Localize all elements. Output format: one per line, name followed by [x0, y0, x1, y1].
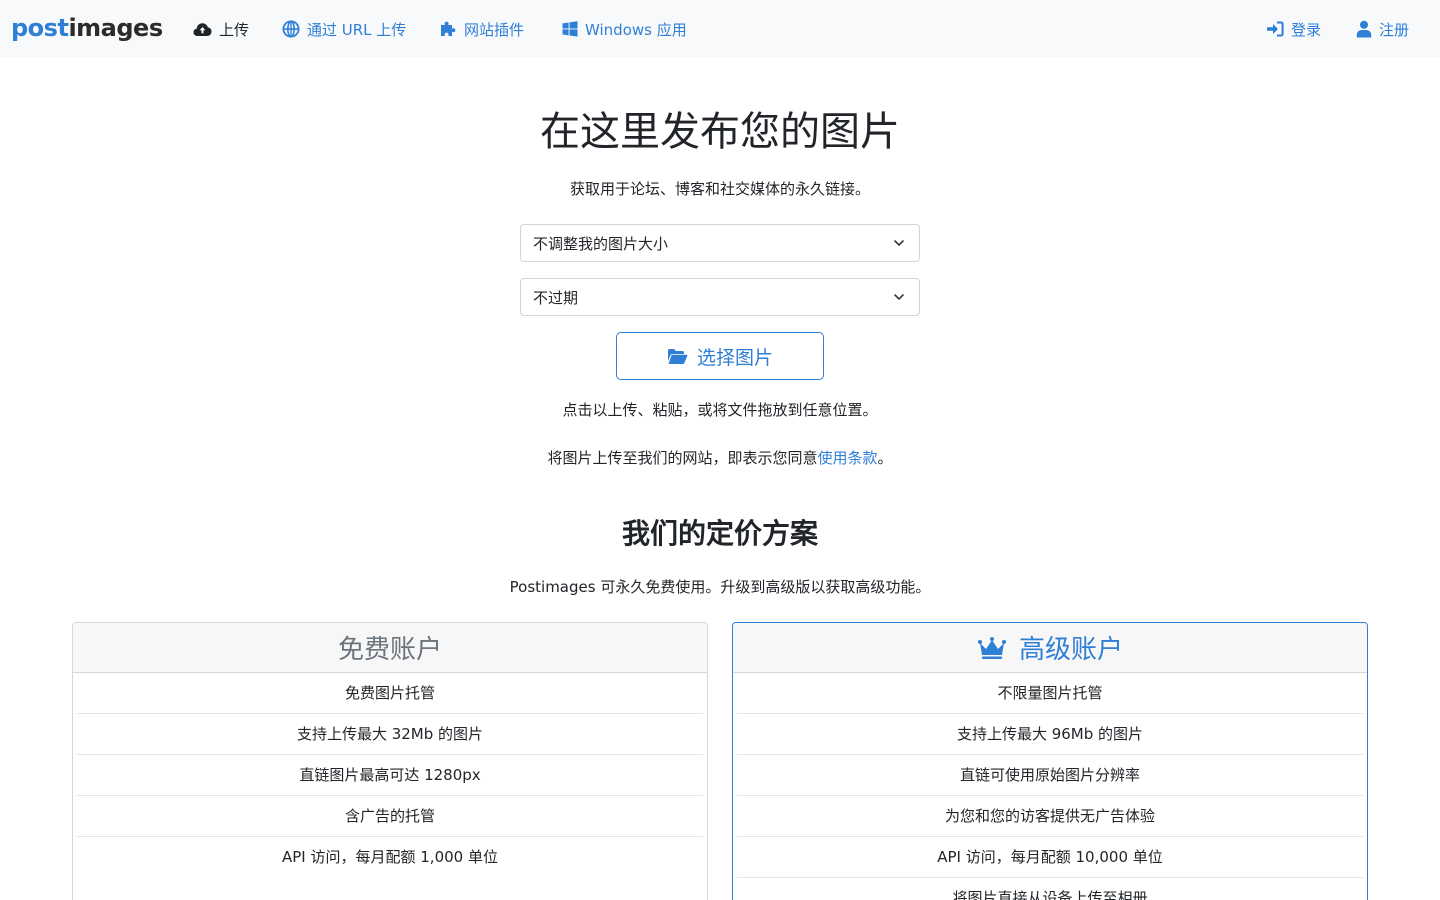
nav-upload[interactable]: 上传	[193, 17, 249, 41]
premium-plan-features: 不限量图片托管 支持上传最大 96Mb 的图片 直链可使用原始图片分辨率 为您和…	[733, 673, 1367, 900]
list-item: 含广告的托管	[77, 796, 703, 837]
pricing-subtitle: Postimages 可永久免费使用。升级到高级版以获取高级功能。	[509, 578, 931, 596]
list-item: 直链可使用原始图片分辨率	[737, 755, 1363, 796]
list-item: 免费图片托管	[77, 673, 703, 714]
list-item: API 访问，每月配额 10,000 单位	[737, 837, 1363, 878]
brand-logo-images: images	[68, 14, 163, 42]
free-plan-header: 免费账户	[73, 623, 707, 673]
free-plan-features: 免费图片托管 支持上传最大 32Mb 的图片 直链图片最高可达 1280px 含…	[73, 673, 707, 878]
premium-plan-title: 高级账户	[1018, 635, 1123, 665]
top-navbar: postimages 上传 通过 URL 上传 网站插件 Windows 应用 …	[0, 0, 1440, 57]
list-item: 将图片直接从设备上传至相册	[952, 889, 1148, 900]
list-item: API 访问，每月配额 1,000 单位	[282, 848, 498, 866]
free-plan-title: 免费账户	[337, 635, 442, 665]
upload-hint: 点击以上传、粘贴，或将文件拖放到任意位置。	[562, 401, 878, 419]
terms-link[interactable]: 使用条款	[817, 449, 877, 467]
choose-images-label: 选择图片	[696, 346, 773, 369]
nav-login[interactable]: 登录	[1266, 17, 1321, 41]
nav-plugins-label: 网站插件	[464, 20, 525, 39]
terms-prefix: 将图片上传至我们的网站，即表示您同意	[547, 449, 818, 467]
brand-logo-post: post	[11, 14, 69, 42]
nav-upload-label: 上传	[219, 20, 250, 39]
nav-windows-app[interactable]: Windows 应用	[562, 17, 687, 41]
chevron-down-icon	[894, 240, 904, 246]
expiration-select[interactable]: 不过期	[520, 278, 920, 316]
list-item: 支持上传最大 96Mb 的图片	[737, 714, 1363, 755]
terms-notice: 将图片上传至我们的网站，即表示您同意使用条款。	[0, 447, 1440, 468]
windows-icon	[562, 21, 578, 37]
list-item: 支持上传最大 32Mb 的图片	[77, 714, 703, 755]
sign-in-icon	[1267, 21, 1284, 37]
resize-select[interactable]: 不调整我的图片大小	[520, 224, 920, 262]
terms-suffix: 。	[877, 449, 893, 467]
nav-register[interactable]: 注册	[1356, 17, 1409, 41]
list-item: 为您和您的访客提供无广告体验	[737, 796, 1363, 837]
free-plan-card: 免费账户 免费图片托管 支持上传最大 32Mb 的图片 直链图片最高可达 128…	[72, 622, 708, 900]
page-title: 在这里发布您的图片	[540, 109, 900, 155]
list-item: 直链图片最高可达 1280px	[77, 755, 703, 796]
pricing-title: 我们的定价方案	[621, 517, 818, 550]
expiration-select-value: 不过期	[533, 288, 579, 307]
list-item: 不限量图片托管	[737, 673, 1363, 714]
crown-icon	[977, 636, 1006, 659]
folder-open-icon	[667, 348, 688, 364]
page-subtitle: 获取用于论坛、博客和社交媒体的永久链接。	[569, 180, 870, 198]
nav-register-label: 注册	[1379, 20, 1410, 39]
premium-plan-header: 高级账户	[733, 623, 1367, 673]
globe-icon	[282, 20, 300, 38]
user-icon	[1356, 20, 1372, 38]
nav-url-upload-label: 通过 URL 上传	[307, 20, 407, 39]
choose-images-button[interactable]: 选择图片	[616, 332, 824, 380]
premium-plan-card: 高级账户 不限量图片托管 支持上传最大 96Mb 的图片 直链可使用原始图片分辨…	[732, 622, 1368, 900]
chevron-down-icon	[894, 294, 904, 300]
nav-plugins[interactable]: 网站插件	[439, 17, 524, 41]
nav-login-label: 登录	[1291, 20, 1322, 39]
cloud-upload-icon	[193, 22, 212, 36]
puzzle-icon	[441, 21, 456, 36]
nav-url-upload[interactable]: 通过 URL 上传	[282, 17, 406, 41]
brand-logo[interactable]: postimages	[11, 12, 163, 44]
resize-select-value: 不调整我的图片大小	[533, 234, 669, 253]
nav-windows-app-label: Windows 应用	[585, 20, 687, 39]
